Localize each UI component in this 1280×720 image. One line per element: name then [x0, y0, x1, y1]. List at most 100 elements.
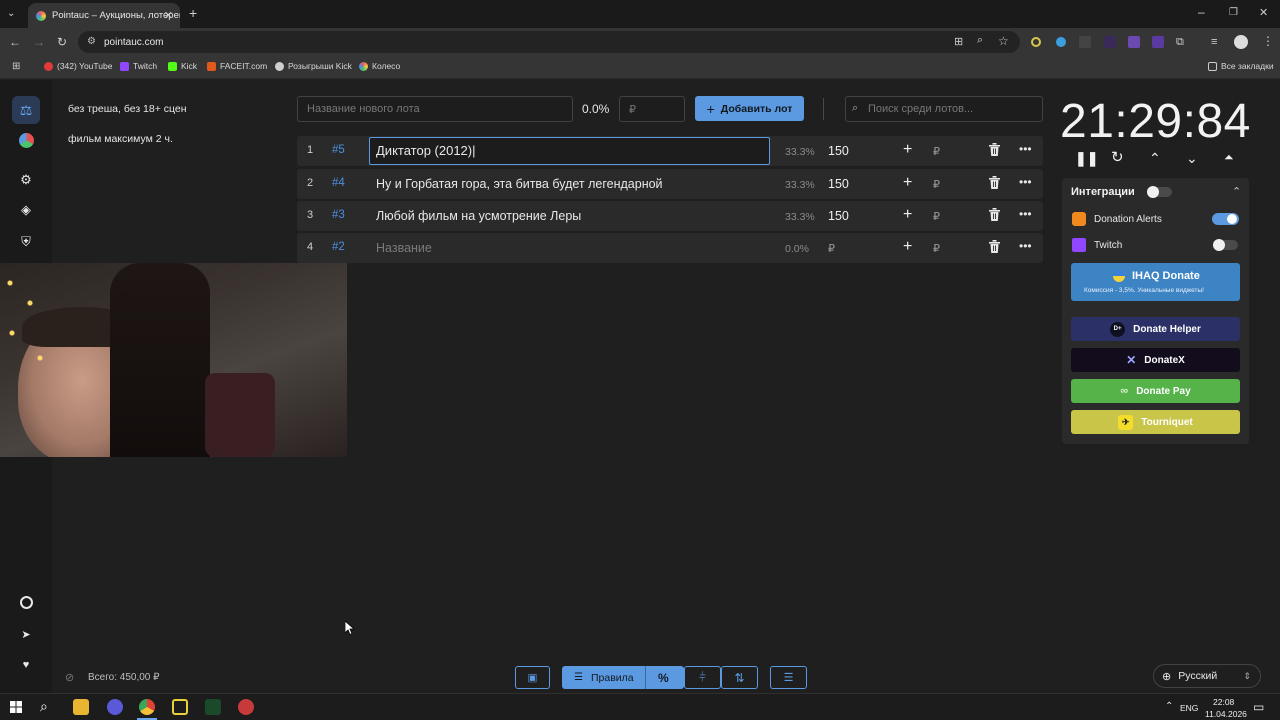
lot-currency-input[interactable]: ₽ [933, 145, 940, 158]
lot-name[interactable]: Ну и Горбатая гора, эта битва будет леге… [376, 177, 663, 191]
rules-button[interactable]: ☰ Правила % [562, 666, 684, 689]
trash-icon[interactable] [989, 240, 1000, 256]
donatex-button[interactable]: ✕ DonateX [1071, 348, 1240, 372]
lot-add-amount-icon[interactable]: + [903, 206, 912, 224]
extension-4-icon[interactable] [1104, 36, 1116, 48]
forward-icon[interactable]: → [33, 36, 45, 48]
sidebar-auction-button[interactable]: ⚖ [12, 96, 40, 124]
lot-search-input[interactable]: ⌕ Поиск среди лотов... [845, 96, 1043, 122]
lot-amount[interactable]: 150 [828, 177, 849, 191]
lot-name[interactable]: Любой фильм на усмотрение Леры [376, 209, 581, 223]
collapse-chevron-icon[interactable]: ⌃ [1232, 185, 1241, 198]
back-icon[interactable]: ← [9, 36, 21, 48]
extension-2-icon[interactable] [1056, 37, 1066, 47]
trash-icon[interactable] [989, 176, 1000, 192]
browser-menu-icon[interactable]: ⋮ [1262, 35, 1274, 47]
chrome-icon[interactable] [139, 699, 155, 715]
new-tab-icon[interactable]: + [189, 6, 197, 20]
bookmark-kick-giveaways[interactable]: Розыгрыши Kick [275, 61, 352, 71]
trash-icon[interactable] [989, 208, 1000, 224]
tourniquet-button[interactable]: ✈ Tourniquet [1071, 410, 1240, 434]
windows-start-icon[interactable] [10, 701, 22, 713]
clock-time[interactable]: 22:08 [1213, 697, 1234, 707]
ihaq-donate-button[interactable]: IHAQ Donate Комиссия - 3,5%. Уникальные … [1071, 263, 1240, 301]
language-select[interactable]: ⊕ Русский ⇕ [1153, 664, 1261, 688]
lot-amount-placeholder[interactable]: ₽ [828, 242, 835, 255]
app-red-icon[interactable] [238, 699, 254, 715]
keyboard-language[interactable]: ENG [1180, 703, 1198, 713]
bookmark-wheel[interactable]: Колесо [359, 61, 400, 71]
bookmark-star-icon[interactable]: ☆ [998, 34, 1009, 48]
twitch-toggle[interactable] [1213, 239, 1238, 251]
window-minimize-icon[interactable]: – [1198, 6, 1205, 18]
app-yellow-icon[interactable] [172, 699, 188, 715]
bookmark-kick[interactable]: Kick [168, 61, 197, 71]
notifications-icon[interactable]: ▭ [1253, 700, 1264, 714]
more-options-icon[interactable]: ••• [1019, 175, 1032, 189]
tray-chevron-icon[interactable]: ⌃ [1165, 701, 1173, 712]
split-button[interactable]: ⫩ [684, 666, 721, 689]
reset-icon[interactable]: ↻ [1111, 148, 1124, 166]
sidebar-wheel-button[interactable] [12, 126, 40, 154]
donate-pay-button[interactable]: ∞ Donate Pay [1071, 379, 1240, 403]
reload-icon[interactable]: ↻ [57, 36, 67, 48]
zoom-icon[interactable]: ⌕ [977, 34, 983, 47]
file-explorer-icon[interactable] [73, 699, 89, 715]
tab-search-icon[interactable]: ⌄ [7, 8, 15, 20]
discord-like-app-icon[interactable] [107, 699, 123, 715]
clear-all-button[interactable]: ☰ [770, 666, 807, 689]
sidebar-settings-button[interactable]: ⚙ [12, 166, 40, 194]
new-lot-name-input[interactable]: Название нового лота [297, 96, 573, 122]
lot-amount[interactable]: 150 [828, 144, 849, 158]
tab-close-icon[interactable]: ✕ [164, 9, 173, 22]
pause-icon[interactable]: ❚❚ [1075, 150, 1098, 167]
app-green-icon[interactable] [205, 699, 221, 715]
donate-helper-button[interactable]: D+ Donate Helper [1071, 317, 1240, 341]
taskbar-search-icon[interactable]: ⌕ [40, 698, 48, 715]
more-options-icon[interactable]: ••• [1019, 207, 1032, 221]
reading-list-icon[interactable]: ≡ [1211, 36, 1217, 48]
all-bookmarks[interactable]: Все закладки [1208, 61, 1274, 71]
bookmark-youtube[interactable]: (342) YouTube [44, 61, 112, 71]
apps-grid-icon[interactable]: ⊞ [12, 61, 20, 72]
lot-currency-input[interactable]: ₽ [933, 178, 940, 191]
extensions-puzzle-icon[interactable]: ⧉ [1176, 36, 1184, 48]
sidebar-telegram-button[interactable]: ➤ [12, 620, 40, 648]
lot-add-amount-icon[interactable]: + [903, 141, 912, 159]
extension-6-icon[interactable] [1152, 36, 1164, 48]
extension-5-icon[interactable] [1128, 36, 1140, 48]
lot-amount[interactable]: 150 [828, 209, 849, 223]
sidebar-github-button[interactable] [12, 588, 40, 616]
new-lot-amount-input[interactable]: ₽ [619, 96, 685, 122]
browser-tab-active[interactable]: Pointauc – Аукционы, лотереи ✕ [28, 3, 180, 28]
integrations-master-toggle[interactable] [1147, 186, 1172, 198]
lot-name-placeholder[interactable]: Название [376, 241, 432, 255]
sidebar-donate-button[interactable]: ♥ [12, 651, 40, 679]
sidebar-shield-button[interactable]: ⛨ [12, 228, 40, 256]
address-bar[interactable]: ⚙ pointauc.com ⊞ ⌕ ☆ [78, 31, 1020, 53]
donation-alerts-toggle[interactable] [1212, 213, 1239, 225]
extension-1-icon[interactable] [1031, 37, 1041, 47]
window-close-icon[interactable]: ✕ [1259, 7, 1268, 19]
bookmark-faceit[interactable]: FACEIT.com [207, 61, 267, 71]
clock-date[interactable]: 11.04.2026 [1205, 709, 1247, 719]
lot-add-amount-icon[interactable]: + [903, 238, 912, 256]
extension-3-icon[interactable] [1079, 36, 1091, 48]
lot-add-amount-icon[interactable]: + [903, 174, 912, 192]
lot-currency-input[interactable]: ₽ [933, 242, 940, 255]
sidebar-layers-button[interactable]: ◈ [12, 196, 40, 224]
trash-icon[interactable] [989, 143, 1000, 159]
chevron-up-icon[interactable]: ⌃ [1149, 150, 1161, 167]
profile-avatar[interactable] [1234, 35, 1248, 49]
window-restore-icon[interactable]: ❐ [1229, 7, 1238, 19]
chevron-down-icon[interactable]: ⌄ [1186, 150, 1198, 167]
bookmark-twitch[interactable]: Twitch [120, 61, 157, 71]
double-chevron-up-icon[interactable]: ⏶ [1224, 150, 1234, 165]
save-button[interactable]: ▣ [515, 666, 550, 689]
translate-icon[interactable]: ⊞ [954, 35, 963, 48]
more-options-icon[interactable]: ••• [1019, 142, 1032, 156]
add-lot-button[interactable]: + Добавить лот [695, 96, 804, 121]
lot-currency-input[interactable]: ₽ [933, 210, 940, 223]
sort-button[interactable]: ⇅ [721, 666, 758, 689]
hide-eye-icon[interactable]: ⊘ [65, 671, 74, 684]
